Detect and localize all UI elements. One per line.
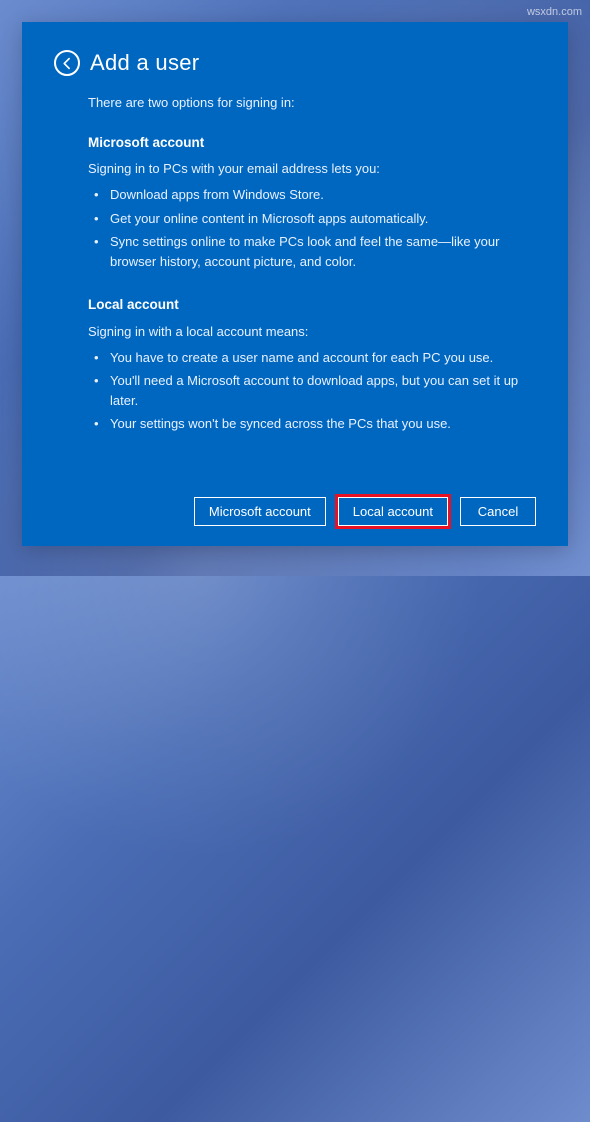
dialog-content: There are two options for signing in: Mi… — [54, 94, 536, 434]
ms-account-bullets: Download apps from Windows Store. Get yo… — [88, 185, 536, 271]
list-item: You'll need a Microsoft account to downl… — [94, 371, 536, 410]
watermark-text: wsxdn.com — [527, 6, 582, 18]
list-item: Download apps from Windows Store. — [94, 185, 536, 205]
microsoft-account-button[interactable]: Microsoft account — [194, 497, 326, 526]
local-account-heading: Local account — [88, 295, 536, 315]
intro-text: There are two options for signing in: — [88, 94, 536, 113]
dialog-title: Add a user — [90, 50, 199, 76]
cancel-button[interactable]: Cancel — [460, 497, 536, 526]
list-item: Sync settings online to make PCs look an… — [94, 232, 536, 271]
list-item: Your settings won't be synced across the… — [94, 414, 536, 434]
dialog-header: Add a user — [54, 50, 536, 76]
button-row: Microsoft account Local account Cancel — [194, 497, 536, 526]
add-user-dialog: Add a user There are two options for sig… — [22, 22, 568, 546]
arrow-left-icon — [61, 57, 74, 70]
local-account-button[interactable]: Local account — [338, 497, 448, 526]
local-account-bullets: You have to create a user name and accou… — [88, 348, 536, 434]
ms-account-text: Signing in to PCs with your email addres… — [88, 160, 536, 179]
local-account-text: Signing in with a local account means: — [88, 323, 536, 342]
ms-account-heading: Microsoft account — [88, 133, 536, 153]
list-item: Get your online content in Microsoft app… — [94, 209, 536, 229]
list-item: You have to create a user name and accou… — [94, 348, 536, 368]
back-button[interactable] — [54, 50, 80, 76]
